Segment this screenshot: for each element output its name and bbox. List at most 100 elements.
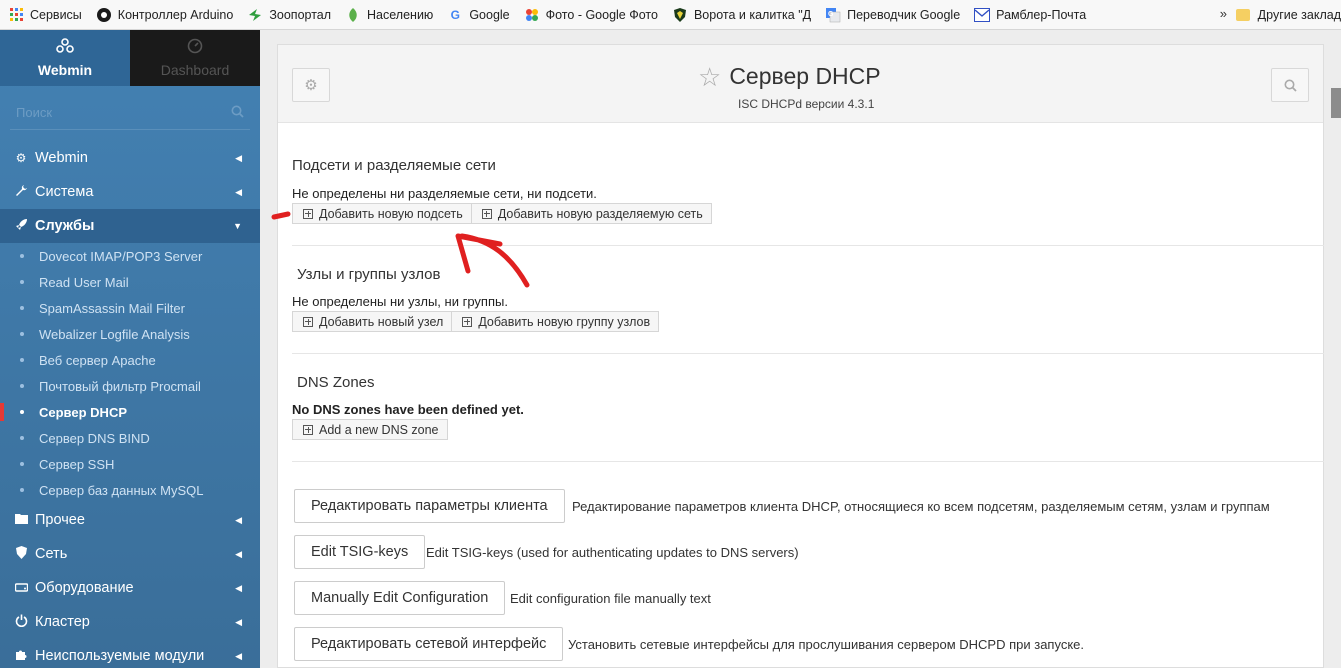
sidebar-subitem-dns-bind[interactable]: Сервер DNS BIND bbox=[0, 425, 260, 451]
search-icon[interactable] bbox=[231, 105, 244, 121]
bookmark-arduino[interactable]: Контроллер Arduino bbox=[96, 7, 234, 23]
add-subnet-label: Добавить новую подсеть bbox=[319, 206, 463, 221]
leaf-icon bbox=[345, 7, 361, 23]
sidebar-item-network[interactable]: Сеть ◀ bbox=[0, 537, 260, 571]
sidebar-item-system[interactable]: Система ◀ bbox=[0, 175, 260, 209]
bookmarks-overflow-button[interactable]: » bbox=[1220, 6, 1227, 21]
sidebar-subitem-mysql[interactable]: Сервер баз данных MySQL bbox=[0, 477, 260, 503]
caret-left-icon: ◀ bbox=[235, 186, 242, 197]
sidebar-item-unused-modules[interactable]: Неиспользуемые модули ◀ bbox=[0, 639, 260, 668]
add-subnet-button[interactable]: Добавить новую подсеть bbox=[292, 203, 472, 224]
page-title-group: ☆ Сервер DHCP bbox=[698, 63, 881, 90]
puzzle-icon bbox=[14, 648, 28, 664]
caret-left-icon: ◀ bbox=[235, 650, 242, 661]
caret-left-icon: ◀ bbox=[235, 548, 242, 559]
plus-square-icon bbox=[462, 316, 473, 327]
add-host-button[interactable]: Добавить новый узел bbox=[292, 311, 453, 332]
hosts-empty-message: Не определены ни узлы, ни группы. bbox=[292, 294, 508, 309]
sidebar-search bbox=[10, 96, 250, 130]
bookmark-other-folder[interactable]: Другие заклад bbox=[1235, 0, 1341, 29]
google-photos-icon bbox=[524, 7, 540, 23]
edit-tsig-keys-button[interactable]: Edit TSIG-keys bbox=[294, 535, 426, 569]
sidebar-item-cluster[interactable]: Кластер ◀ bbox=[0, 605, 260, 639]
divider bbox=[292, 245, 1324, 246]
bookmark-label: Ворота и калитка "Д bbox=[693, 7, 812, 22]
tab-webmin[interactable]: Webmin bbox=[0, 30, 130, 86]
page-title: Сервер DHCP bbox=[729, 63, 881, 89]
sidebar-subitem-dovecot[interactable]: Dovecot IMAP/POP3 Server bbox=[0, 243, 260, 269]
bookmark-services[interactable]: Сервисы bbox=[8, 7, 82, 23]
svg-text:G: G bbox=[828, 11, 834, 18]
power-icon bbox=[14, 614, 28, 630]
rocket-icon bbox=[14, 218, 28, 234]
sidebar-item-hardware[interactable]: Оборудование ◀ bbox=[0, 571, 260, 605]
subnets-button-row: Добавить новую подсеть Добавить новую ра… bbox=[292, 203, 712, 224]
add-host-label: Добавить новый узел bbox=[319, 314, 444, 329]
bookmark-vorota[interactable]: Ворота и калитка "Д bbox=[672, 7, 811, 23]
sidebar-search-input[interactable] bbox=[16, 105, 196, 120]
star-icon[interactable]: ☆ bbox=[698, 64, 721, 90]
bookmark-label: Рамблер-Почта bbox=[996, 7, 1087, 22]
scrollbar-thumb[interactable] bbox=[1331, 88, 1341, 118]
bookmark-naseleniyu[interactable]: Населению bbox=[345, 7, 433, 23]
caret-down-icon: ▼ bbox=[233, 221, 242, 231]
sidebar-item-label: Прочее bbox=[35, 512, 85, 528]
add-dns-zone-label: Add a new DNS zone bbox=[319, 422, 439, 437]
add-shared-network-label: Добавить новую разделяемую сеть bbox=[497, 206, 703, 221]
sidebar-subitem-apache[interactable]: Веб сервер Apache bbox=[0, 347, 260, 373]
section-title-hosts: Узлы и группы узлов bbox=[297, 266, 441, 283]
module-config-button[interactable]: ⚙ bbox=[292, 68, 330, 102]
bookmark-label: Контроллер Arduino bbox=[117, 7, 234, 22]
sidebar-subitem-spamassassin[interactable]: SpamAssassin Mail Filter bbox=[0, 295, 260, 321]
add-host-group-button[interactable]: Добавить новую группу узлов bbox=[452, 311, 660, 332]
bookmarks-bar: Сервисы Контроллер Arduino Зоопортал Нас… bbox=[0, 0, 1341, 30]
bookmark-rambler[interactable]: Рамблер-Почта bbox=[974, 7, 1086, 23]
bookmark-translate[interactable]: G Переводчик Google bbox=[825, 7, 960, 23]
divider bbox=[292, 461, 1324, 462]
plus-square-icon bbox=[303, 316, 313, 327]
sidebar-item-webmin[interactable]: ⚙ Webmin ◀ bbox=[0, 141, 260, 175]
plus-square-icon bbox=[303, 424, 313, 435]
page-header: ⚙ ☆ Сервер DHCP ISC DHCPd версии 4.3.1 bbox=[278, 45, 1323, 123]
tab-dashboard-label: Dashboard bbox=[160, 62, 230, 78]
dashboard-gauge-icon bbox=[187, 38, 203, 59]
add-shared-network-button[interactable]: Добавить новую разделяемую сеть bbox=[471, 203, 712, 224]
tab-webmin-label: Webmin bbox=[37, 62, 93, 78]
folder-icon bbox=[14, 513, 28, 527]
sidebar-item-services[interactable]: Службы ▼ bbox=[0, 209, 260, 243]
apps-grid-icon bbox=[8, 7, 24, 23]
add-host-group-label: Добавить новую группу узлов bbox=[478, 314, 651, 329]
sidebar-subitem-webalizer[interactable]: Webalizer Logfile Analysis bbox=[0, 321, 260, 347]
edit-network-interface-button[interactable]: Редактировать сетевой интерфейс bbox=[294, 627, 564, 661]
dns-button-row: Add a new DNS zone bbox=[292, 419, 448, 440]
bookmark-google[interactable]: G Google bbox=[447, 7, 510, 23]
bookmark-google-photos[interactable]: Фото - Google Фото bbox=[524, 7, 658, 23]
hosts-button-row: Добавить новый узел Добавить новую групп… bbox=[292, 311, 660, 332]
sidebar-subitem-read-user-mail[interactable]: Read User Mail bbox=[0, 269, 260, 295]
bookmark-label: Зоопортал bbox=[269, 7, 332, 22]
sidebar-item-other[interactable]: Прочее ◀ bbox=[0, 503, 260, 537]
bookmark-label: Другие заклад bbox=[1257, 7, 1341, 22]
search-button[interactable] bbox=[1271, 68, 1309, 102]
add-dns-zone-button[interactable]: Add a new DNS zone bbox=[292, 419, 448, 440]
manually-edit-config-button[interactable]: Manually Edit Configuration bbox=[294, 581, 506, 615]
sidebar-item-label: Неиспользуемые модули bbox=[35, 648, 205, 664]
tab-dashboard[interactable]: Dashboard bbox=[130, 30, 260, 86]
bookmark-label: Сервисы bbox=[30, 7, 82, 22]
google-icon: G bbox=[450, 7, 460, 22]
folder-icon bbox=[1235, 8, 1250, 21]
edit-tsig-keys-desc: Edit TSIG-keys (used for authenticating … bbox=[426, 545, 799, 560]
wrench-icon bbox=[14, 184, 28, 200]
caret-left-icon: ◀ bbox=[235, 514, 242, 525]
sidebar-item-label: Службы bbox=[35, 218, 95, 234]
sidebar-item-label: Кластер bbox=[35, 614, 90, 630]
sidebar-subitem-ssh[interactable]: Сервер SSH bbox=[0, 451, 260, 477]
section-title-subnets: Подсети и разделяемые сети bbox=[292, 157, 496, 174]
edit-client-options-button[interactable]: Редактировать параметры клиента bbox=[294, 489, 565, 523]
sidebar-subitem-procmail[interactable]: Почтовый фильтр Procmail bbox=[0, 373, 260, 399]
sidebar: Webmin Dashboard ⚙ Webmin ◀ Система ◀ bbox=[0, 30, 260, 668]
manually-edit-config-desc: Edit configuration file manually text bbox=[510, 591, 711, 606]
bookmark-zooportal[interactable]: Зоопортал bbox=[247, 7, 331, 23]
sidebar-subitem-dhcp[interactable]: Сервер DHCP bbox=[0, 399, 260, 425]
sidebar-item-label: Оборудование bbox=[35, 580, 134, 596]
